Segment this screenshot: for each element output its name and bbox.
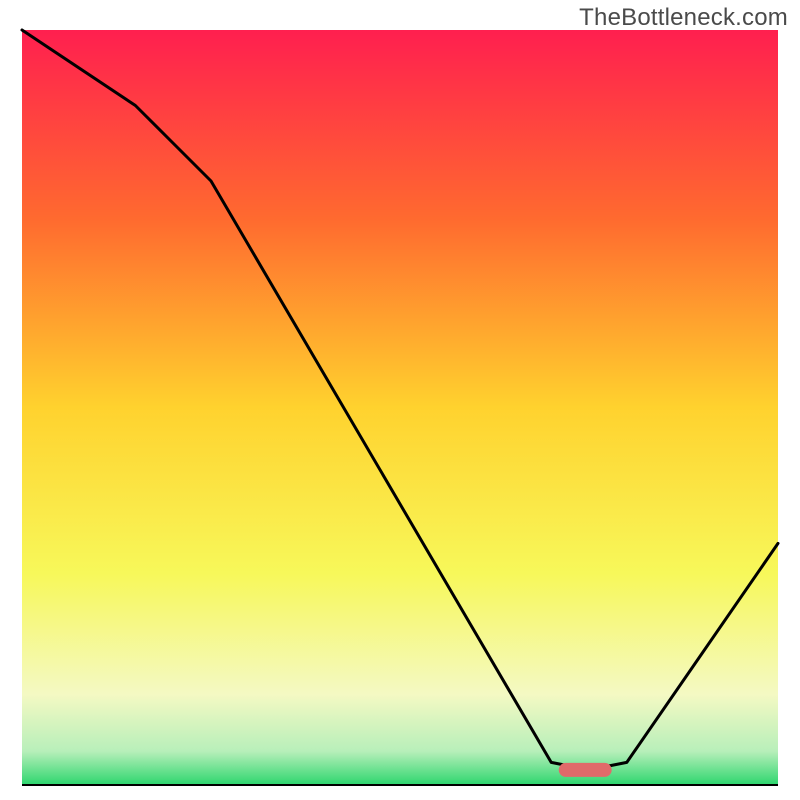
bottleneck-chart (0, 0, 800, 800)
optimal-range-marker (559, 763, 612, 777)
chart-container: TheBottleneck.com (0, 0, 800, 800)
plot-area (22, 30, 778, 785)
watermark-text: TheBottleneck.com (579, 4, 788, 32)
chart-background-gradient (22, 30, 778, 785)
